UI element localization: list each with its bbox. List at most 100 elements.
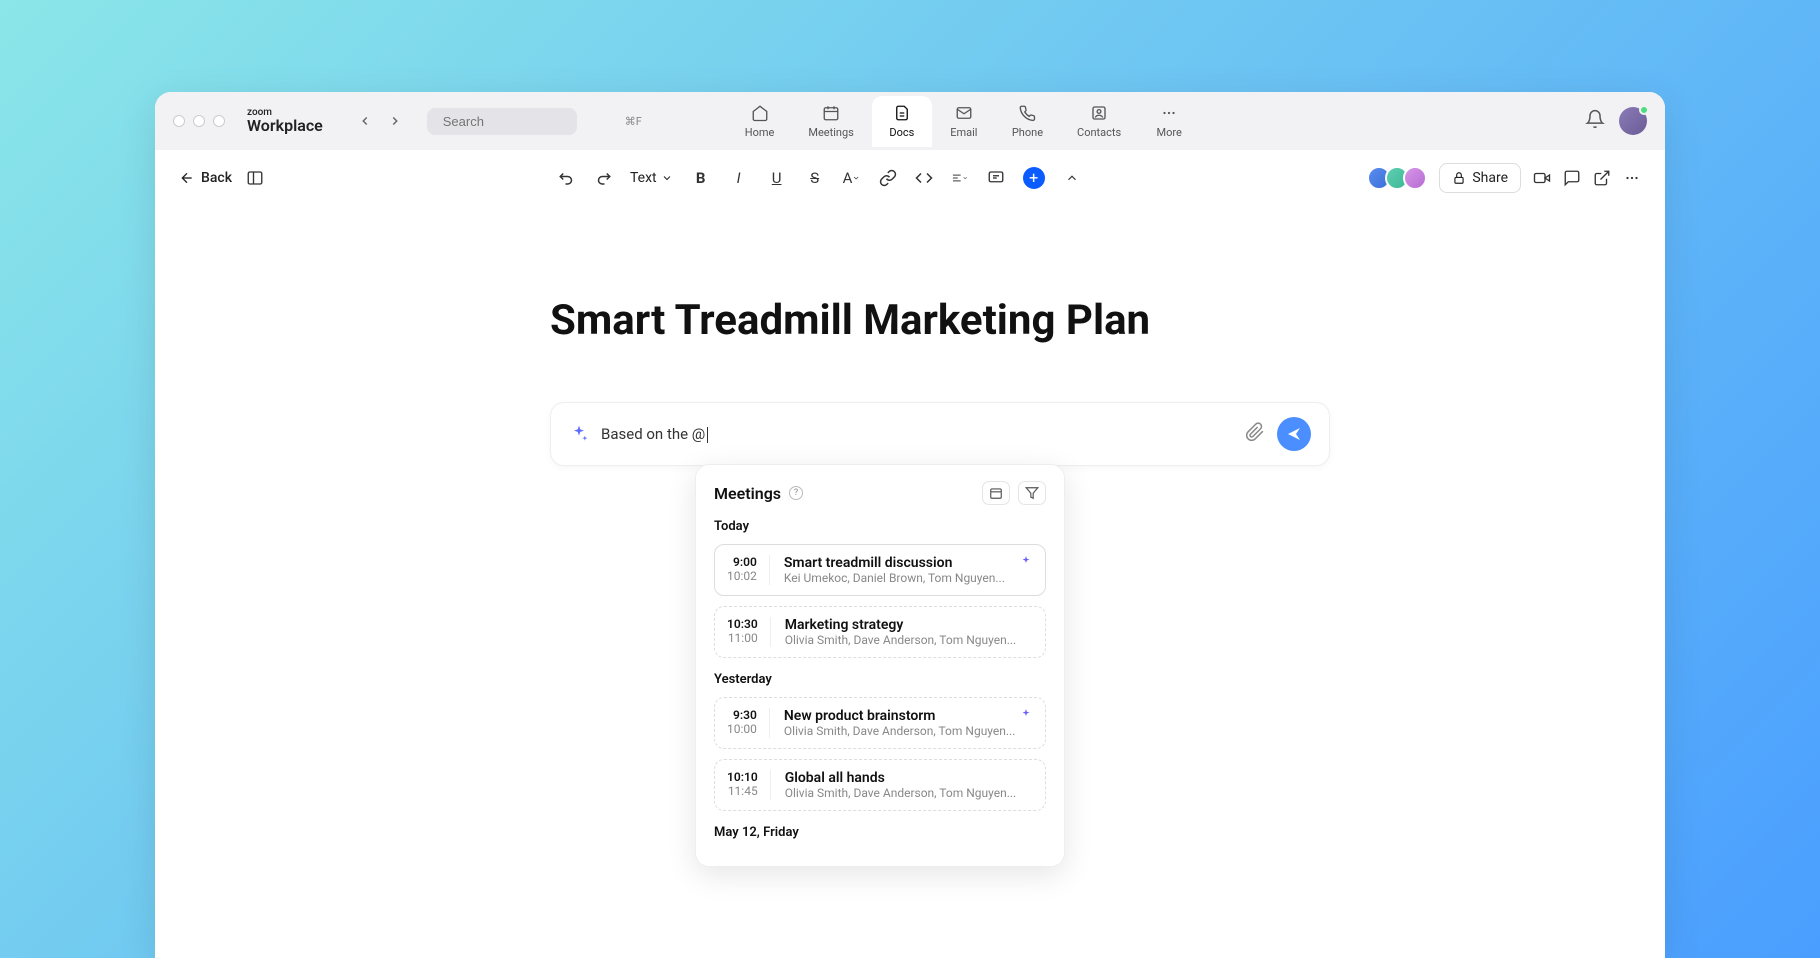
section-label: Yesterday xyxy=(714,672,1046,687)
document-icon xyxy=(893,104,911,122)
strikethrough-button[interactable]: S xyxy=(805,169,825,187)
sparkle-icon xyxy=(1019,555,1033,569)
video-button[interactable] xyxy=(1533,169,1551,187)
filter-button[interactable] xyxy=(1018,481,1046,505)
history-nav xyxy=(353,109,407,133)
nav-contacts[interactable]: Contacts xyxy=(1061,96,1137,147)
meeting-time: 9:3010:00 xyxy=(727,708,770,738)
collaborator-avatars[interactable] xyxy=(1367,166,1427,190)
meeting-time: 10:1011:45 xyxy=(727,770,771,800)
align-button[interactable] xyxy=(951,169,969,187)
search-box[interactable]: ⌘F xyxy=(427,108,577,135)
bell-icon xyxy=(1585,109,1605,129)
brand-logo: zoom Workplace xyxy=(247,108,323,134)
meeting-title: New product brainstorm xyxy=(784,708,1033,724)
text-cursor xyxy=(707,427,708,443)
undo-button[interactable] xyxy=(558,169,576,187)
underline-button[interactable]: U xyxy=(767,169,787,187)
arrow-left-icon xyxy=(179,170,195,186)
ai-prompt-bar[interactable]: Based on the @ xyxy=(550,402,1330,466)
close-window[interactable] xyxy=(173,115,185,127)
comment-button[interactable] xyxy=(987,169,1005,187)
meeting-title: Global all hands xyxy=(785,770,1033,786)
maximize-window[interactable] xyxy=(213,115,225,127)
meeting-time: 9:0010:02 xyxy=(727,555,770,585)
user-avatar[interactable] xyxy=(1619,107,1647,135)
video-icon xyxy=(1533,168,1551,188)
meeting-item[interactable]: 9:3010:00 New product brainstormOlivia Sm… xyxy=(714,697,1046,749)
avatar xyxy=(1403,166,1427,190)
meeting-info: Marketing strategyOlivia Smith, Dave And… xyxy=(785,617,1033,647)
back-button[interactable]: Back xyxy=(179,170,232,186)
nav-meetings[interactable]: Meetings xyxy=(792,96,869,147)
send-icon xyxy=(1286,426,1302,442)
text-style-dropdown[interactable]: Text xyxy=(630,170,673,186)
nav-more[interactable]: More xyxy=(1139,96,1199,147)
chevron-down-icon xyxy=(661,172,673,184)
meeting-item[interactable]: 10:1011:45 Global all handsOlivia Smith, … xyxy=(714,759,1046,811)
sparkle-icon xyxy=(569,424,589,444)
meeting-attendees: Olivia Smith, Dave Anderson, Tom Nguyen.… xyxy=(785,786,1033,800)
lock-icon xyxy=(1452,171,1466,185)
popover-title: Meetings xyxy=(714,484,781,503)
code-button[interactable] xyxy=(915,169,933,187)
ai-prompt-text[interactable]: Based on the @ xyxy=(601,425,1233,443)
search-input[interactable] xyxy=(443,114,619,129)
contacts-icon xyxy=(1090,104,1108,122)
sidebar-toggle[interactable] xyxy=(246,169,264,187)
home-icon xyxy=(751,104,769,122)
comments-panel-button[interactable] xyxy=(1563,169,1581,187)
brand-bottom: Workplace xyxy=(247,118,323,134)
search-shortcut: ⌘F xyxy=(625,115,642,128)
code-icon xyxy=(915,169,933,187)
link-icon xyxy=(879,169,897,187)
external-icon xyxy=(1593,168,1611,188)
chevron-down-icon xyxy=(852,173,860,183)
document-body: Smart Treadmill Marketing Plan xyxy=(155,206,1665,345)
chevron-up-icon xyxy=(1065,171,1079,185)
minimize-window[interactable] xyxy=(193,115,205,127)
nav-back[interactable] xyxy=(353,109,377,133)
status-indicator xyxy=(1639,105,1649,115)
panel-icon xyxy=(246,169,264,187)
meeting-info: New product brainstormOlivia Smith, Dave… xyxy=(784,708,1033,738)
italic-button[interactable]: I xyxy=(729,169,749,187)
text-color-button[interactable]: A xyxy=(843,169,861,187)
plus-icon: + xyxy=(1029,168,1038,187)
section-label: May 12, Friday xyxy=(714,825,1046,840)
meeting-item[interactable]: 9:0010:02Smart treadmill discussionKei U… xyxy=(714,544,1046,596)
meetings-popover: Meetings ? Today 9:0010:02 Smart treadmill… xyxy=(695,464,1065,867)
more-icon xyxy=(1160,104,1178,122)
meeting-attendees: Olivia Smith, Dave Anderson, Tom Nguyen.… xyxy=(784,724,1033,738)
editor-toolbar: Back Text B I U S A xyxy=(155,150,1665,206)
nav-phone[interactable]: Phone xyxy=(996,96,1059,147)
insert-button[interactable]: + xyxy=(1023,167,1045,189)
section-label: Today xyxy=(714,519,1046,534)
redo-button[interactable] xyxy=(594,169,612,187)
notifications-button[interactable] xyxy=(1585,109,1605,133)
redo-icon xyxy=(594,169,612,187)
attach-button[interactable] xyxy=(1245,422,1265,446)
nav-forward[interactable] xyxy=(383,109,407,133)
nav-docs[interactable]: Docs xyxy=(872,96,932,147)
bold-button[interactable]: B xyxy=(691,169,711,187)
app-window: zoom Workplace ⌘F Home Meetings xyxy=(155,92,1665,958)
collapse-toolbar[interactable] xyxy=(1063,169,1081,187)
meeting-title: Smart treadmill discussion xyxy=(784,555,1033,571)
date-button[interactable] xyxy=(982,481,1010,505)
nav-email[interactable]: Email xyxy=(934,96,994,147)
calendar-icon xyxy=(989,486,1003,500)
document-title[interactable]: Smart Treadmill Marketing Plan xyxy=(550,296,1665,345)
comment-icon xyxy=(987,169,1005,187)
popover-header: Meetings ? xyxy=(714,481,1046,505)
more-options-button[interactable] xyxy=(1623,169,1641,187)
help-icon[interactable]: ? xyxy=(789,486,803,500)
send-button[interactable] xyxy=(1277,417,1311,451)
nav-home[interactable]: Home xyxy=(729,96,791,147)
open-external-button[interactable] xyxy=(1593,169,1611,187)
meeting-item[interactable]: 10:3011:00Marketing strategyOlivia Smith… xyxy=(714,606,1046,658)
link-button[interactable] xyxy=(879,169,897,187)
text-color-icon: A xyxy=(843,169,853,187)
share-button[interactable]: Share xyxy=(1439,163,1521,193)
titlebar: zoom Workplace ⌘F Home Meetings xyxy=(155,92,1665,150)
